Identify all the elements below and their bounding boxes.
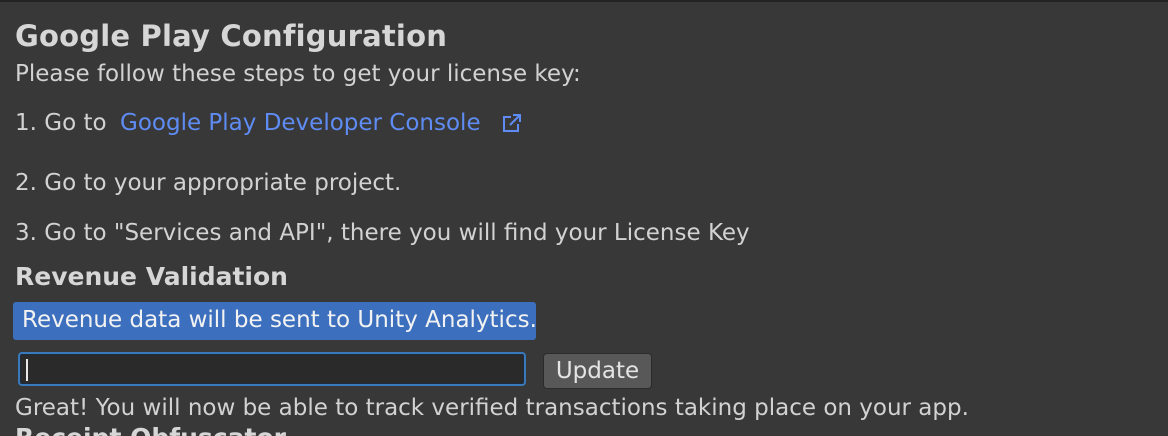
text-caret [26, 359, 28, 381]
developer-console-link[interactable]: Google Play Developer Console [120, 110, 481, 136]
step-1-prefix: 1. Go to [15, 110, 107, 136]
revenue-info-banner-text: Revenue data will be sent to Unity Analy… [22, 307, 537, 333]
revenue-info-banner: Revenue data will be sent to Unity Analy… [13, 302, 537, 340]
update-button[interactable]: Update [543, 353, 652, 389]
revenue-validation-title: Revenue Validation [15, 262, 288, 291]
instructions-intro: Please follow these steps to get your li… [15, 61, 581, 87]
external-link-icon[interactable] [500, 111, 524, 135]
license-key-input[interactable] [18, 352, 526, 386]
success-message: Great! You will now be able to track ver… [15, 395, 969, 421]
step-3-text: 3. Go to "Services and API", there you w… [15, 220, 750, 246]
step-2-text: 2. Go to your appropriate project. [15, 170, 402, 196]
receipt-obfuscator-title: Receipt Obfuscator [15, 423, 286, 436]
window-top-border [0, 0, 1168, 2]
google-play-config-title: Google Play Configuration [15, 19, 448, 53]
